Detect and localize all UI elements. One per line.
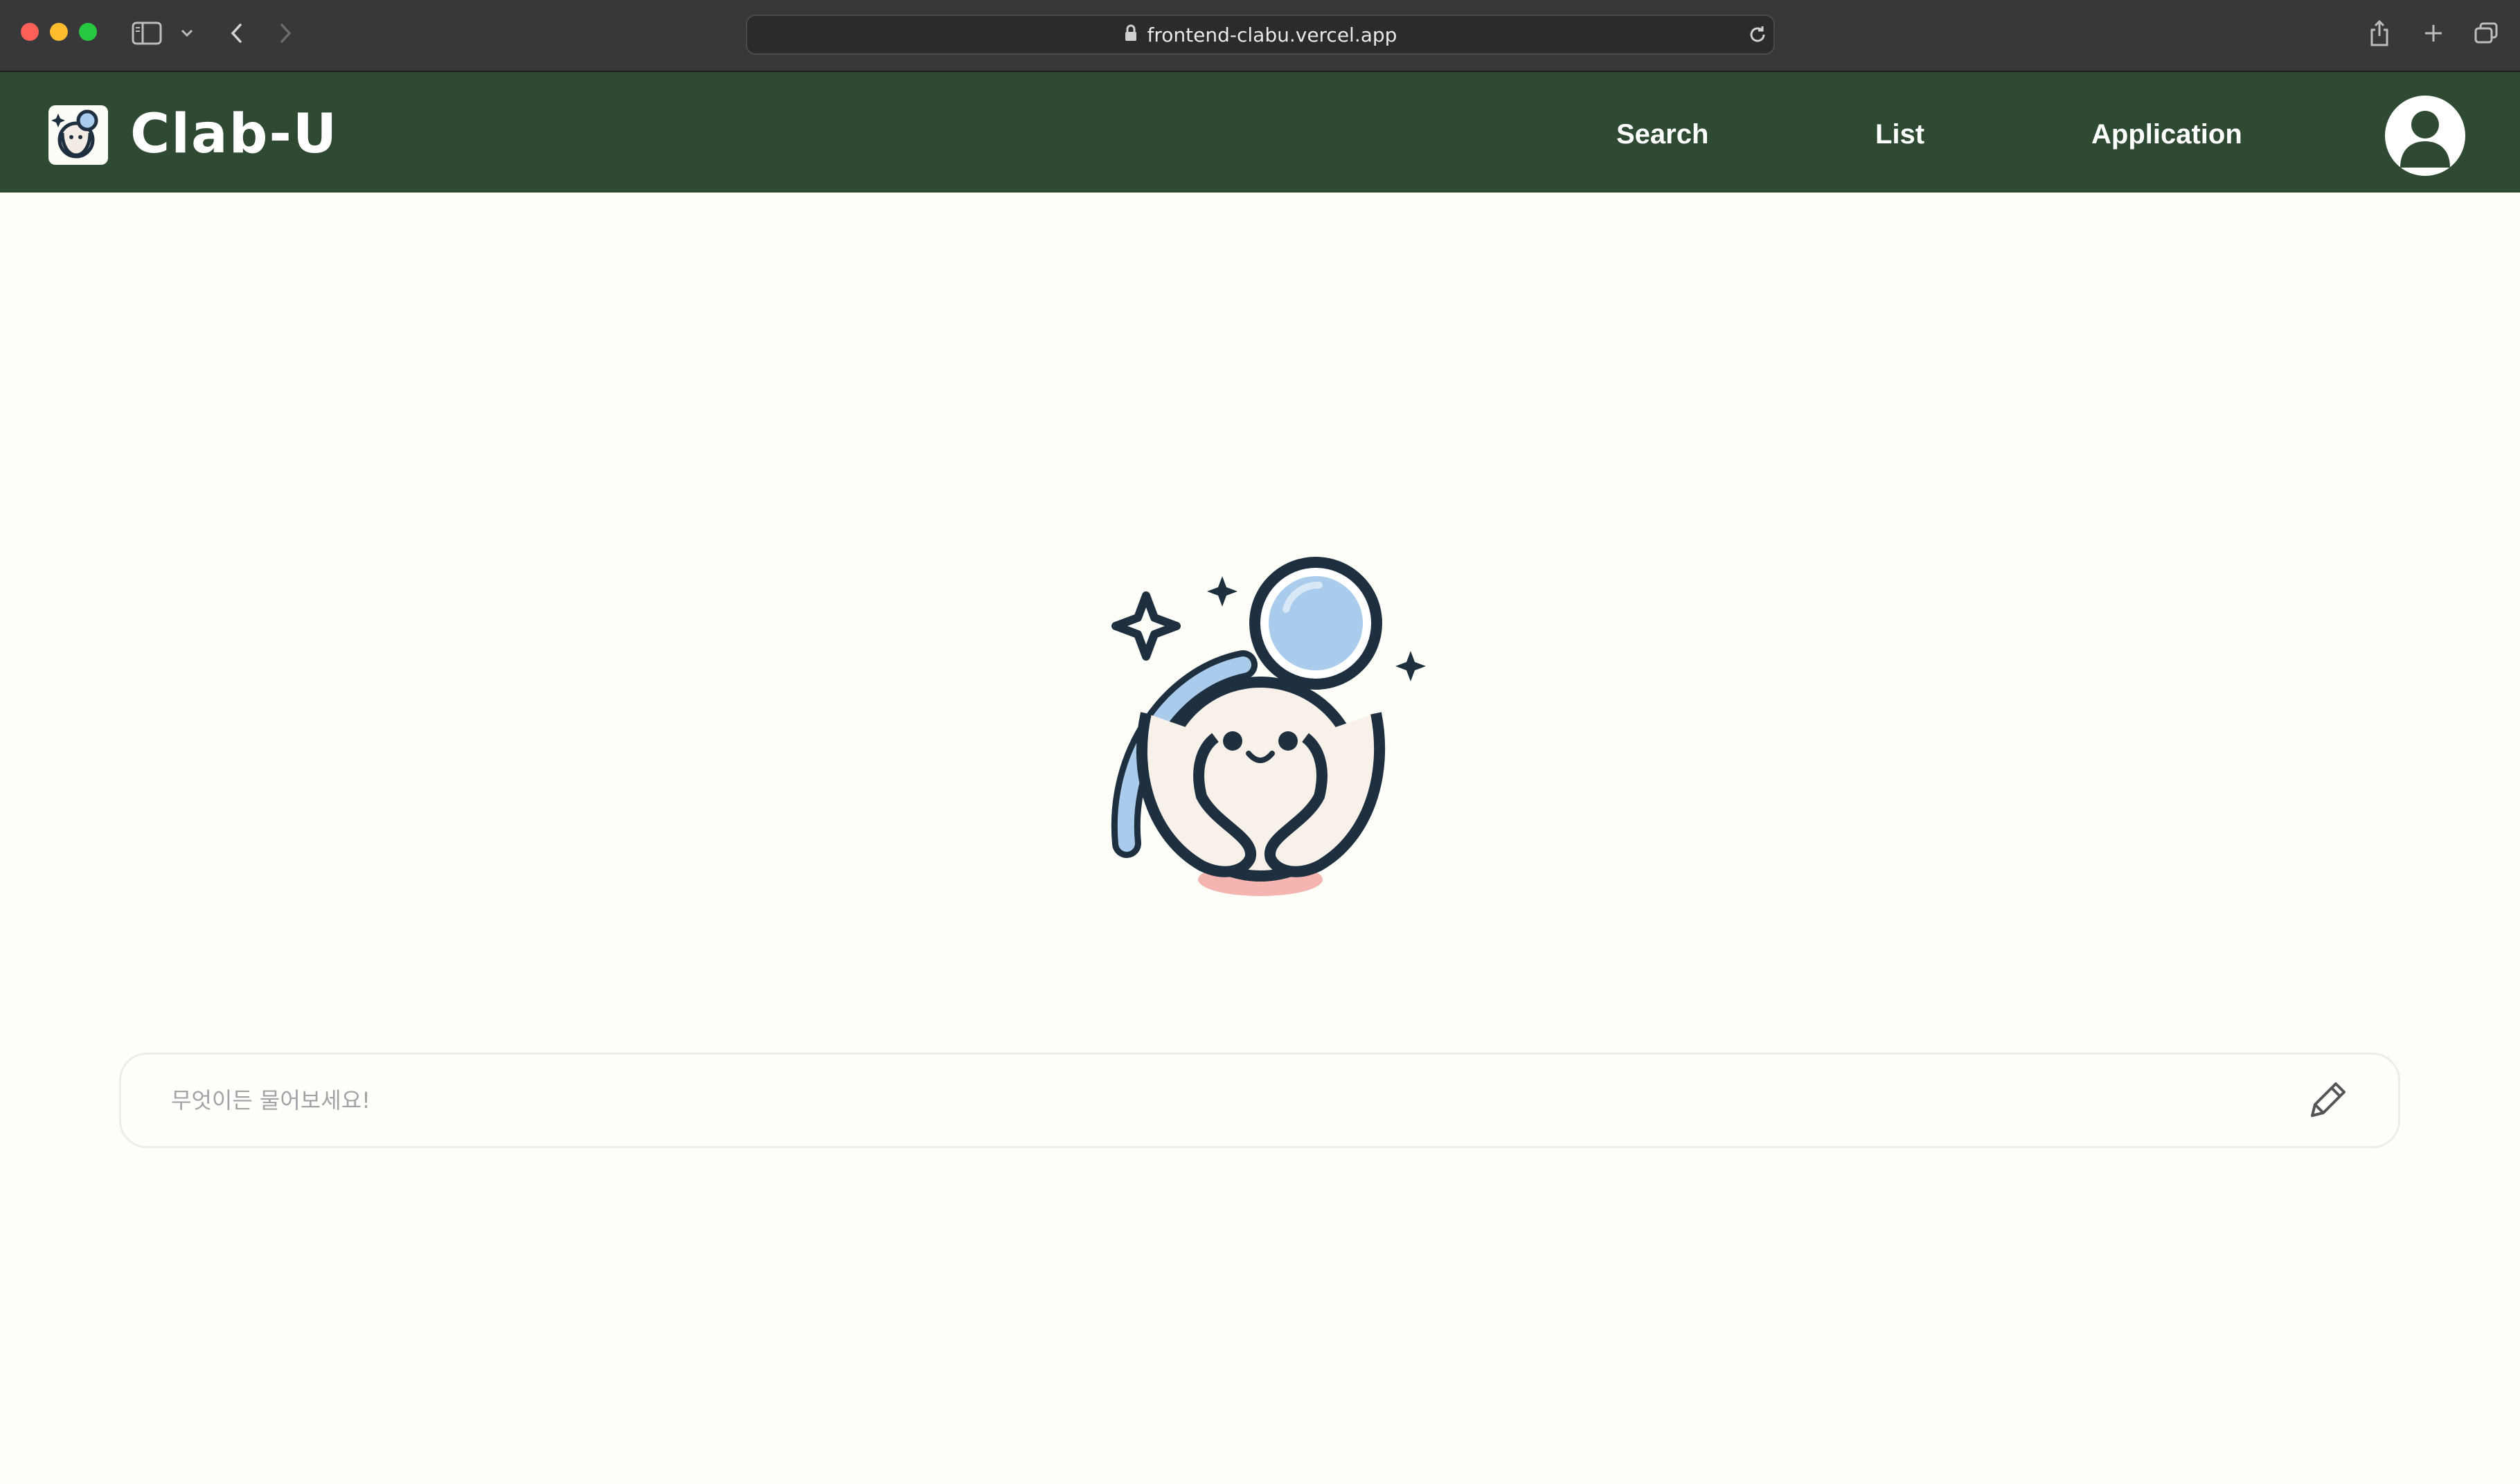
logo-icon[interactable] bbox=[48, 105, 108, 165]
sidebar-icon[interactable] bbox=[130, 19, 163, 47]
nav-application[interactable]: Application bbox=[2091, 114, 2242, 155]
tab-overview-icon[interactable] bbox=[2472, 19, 2500, 47]
ask-search-box bbox=[119, 1053, 2400, 1148]
minimize-window-button[interactable] bbox=[50, 23, 68, 41]
ask-input[interactable] bbox=[170, 1055, 2247, 1146]
user-icon bbox=[2400, 111, 2450, 168]
chevron-down-icon[interactable] bbox=[177, 25, 197, 42]
pencil-icon[interactable] bbox=[2303, 1075, 2352, 1125]
mascot-illustration bbox=[1091, 547, 1437, 921]
close-window-button[interactable] bbox=[21, 23, 39, 41]
share-icon[interactable] bbox=[2366, 18, 2393, 48]
plus-icon[interactable] bbox=[2420, 19, 2447, 47]
chevron-left-icon[interactable] bbox=[226, 19, 247, 47]
url-text: frontend-clabu.vercel.app bbox=[1147, 23, 1397, 46]
nav-list[interactable]: List bbox=[1875, 114, 1924, 155]
browser-toolbar: frontend-clabu.vercel.app bbox=[0, 0, 2520, 72]
zoom-window-button[interactable] bbox=[79, 23, 97, 41]
brand-logo-text[interactable]: Clab-U bbox=[130, 101, 338, 168]
lock-icon bbox=[1124, 24, 1138, 46]
nav-search[interactable]: Search bbox=[1616, 114, 1708, 155]
site-header: Clab-U Search List Application bbox=[0, 72, 2520, 193]
address-bar[interactable]: frontend-clabu.vercel.app bbox=[746, 15, 1775, 55]
chevron-right-icon[interactable] bbox=[276, 19, 296, 47]
reload-icon[interactable] bbox=[1745, 22, 1770, 47]
user-avatar[interactable] bbox=[2385, 96, 2465, 176]
